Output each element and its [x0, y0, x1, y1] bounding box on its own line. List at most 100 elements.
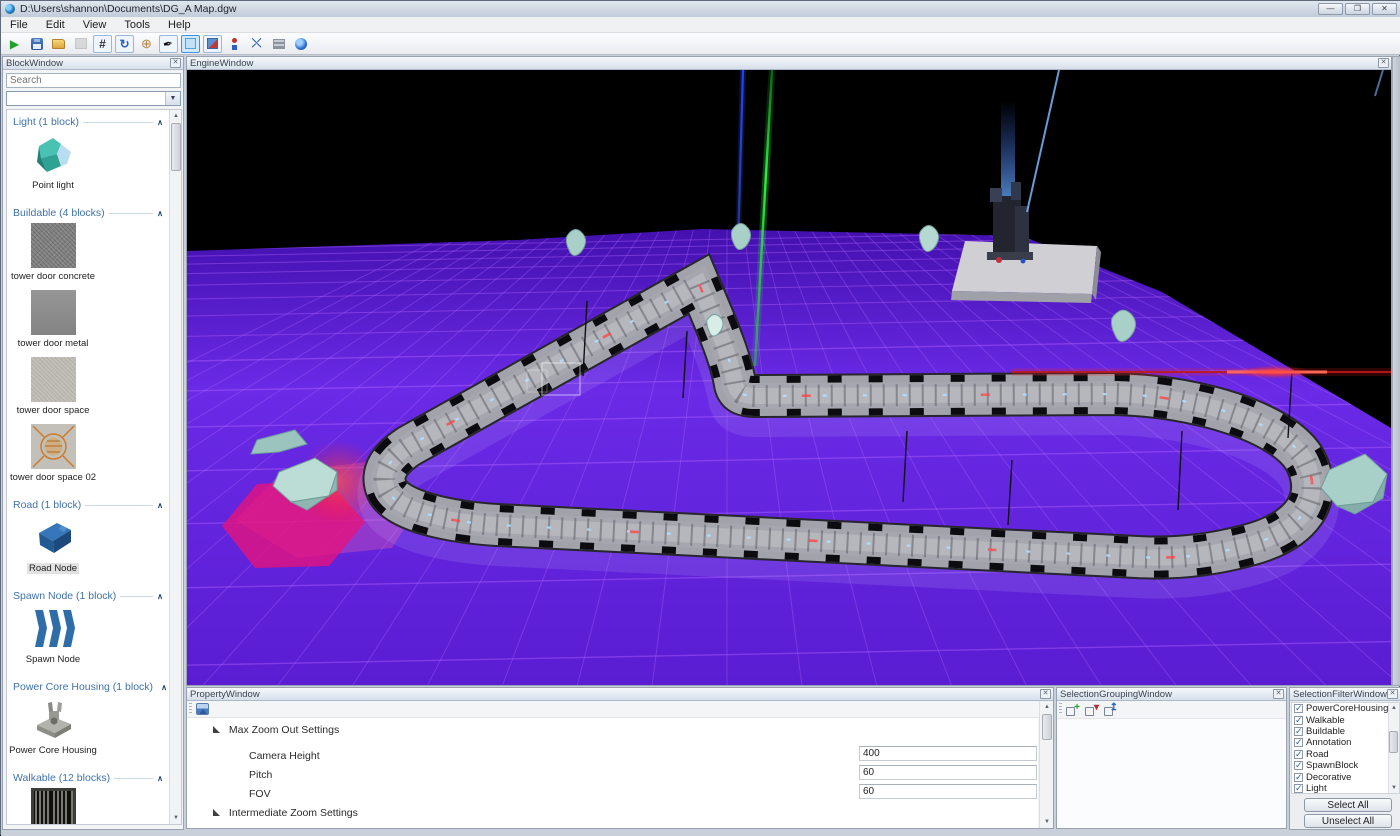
filter-row[interactable]: Decorative	[1292, 771, 1399, 782]
block-item[interactable]: Power Core Housing	[15, 697, 91, 756]
filter-row[interactable]: PowerCoreHousing	[1292, 703, 1399, 714]
grip-handle-icon[interactable]	[189, 703, 192, 715]
menu-view[interactable]: View	[74, 17, 116, 33]
property-window-header[interactable]: PropertyWindow ✕	[187, 688, 1053, 701]
block-list-scrollbar[interactable]: ▲ ▼	[169, 110, 181, 824]
unselect-all-button[interactable]: Unselect All	[1304, 814, 1392, 828]
save-icon[interactable]	[27, 35, 46, 53]
shuffle-icon[interactable]: ⤬	[247, 35, 266, 53]
selection-grouping-header[interactable]: SelectionGroupingWindow ✕	[1057, 688, 1286, 701]
export-block-icon[interactable]	[203, 35, 222, 53]
block-window-header[interactable]: BlockWindow ✕	[3, 57, 183, 70]
checkbox-checked-icon[interactable]	[1294, 738, 1303, 747]
property-scrollbar[interactable]: ▲ ▼	[1039, 701, 1053, 828]
image-icon[interactable]	[71, 35, 90, 53]
expanded-triangle-icon[interactable]	[213, 726, 220, 733]
category-filter-dropdown[interactable]: ▼	[6, 91, 181, 106]
scroll-up-icon[interactable]: ▲	[1042, 702, 1052, 712]
block-window-close-icon[interactable]: ✕	[170, 58, 181, 68]
minimize-button[interactable]: —	[1318, 3, 1343, 15]
engine-window-header[interactable]: EngineWindow ✕	[187, 57, 1391, 70]
block-item[interactable]: Point light	[15, 132, 91, 191]
menu-file[interactable]: File	[1, 17, 37, 33]
draw-pen-icon[interactable]: ✒	[159, 35, 178, 53]
filter-row[interactable]: Walkable	[1292, 714, 1399, 725]
chevron-down-icon[interactable]: ▼	[165, 92, 180, 105]
select-all-button[interactable]: Select All	[1304, 798, 1392, 812]
filter-row[interactable]: SpawnBlock	[1292, 760, 1399, 771]
filter-scrollbar[interactable]: ▲ ▼	[1388, 703, 1399, 793]
grid-list-icon[interactable]	[269, 35, 288, 53]
scroll-up-icon[interactable]: ▲	[171, 111, 181, 121]
grouping-list-empty[interactable]	[1057, 719, 1286, 828]
tower-door-metal-thumb	[31, 290, 76, 335]
collapse-chevron-icon[interactable]: ∧	[161, 683, 167, 692]
checkbox-checked-icon[interactable]	[1294, 750, 1303, 759]
info-icon[interactable]	[291, 35, 310, 53]
play-icon[interactable]: ▶	[5, 35, 24, 53]
filter-row[interactable]: Annotation	[1292, 737, 1399, 748]
scroll-down-icon[interactable]: ▼	[1042, 817, 1052, 827]
orbit-icon[interactable]: ↻	[115, 35, 134, 53]
collapse-chevron-icon[interactable]: ∧	[157, 118, 163, 127]
pitch-input[interactable]	[859, 765, 1037, 780]
block-item[interactable]: city lid 01	[15, 788, 91, 825]
search-input[interactable]	[6, 73, 181, 88]
close-button[interactable]: ✕	[1372, 3, 1397, 15]
image-picker-icon[interactable]	[196, 703, 209, 715]
filter-row[interactable]: Light	[1292, 783, 1399, 794]
restore-button[interactable]: ❐	[1345, 3, 1370, 15]
expanded-triangle-icon[interactable]	[213, 809, 220, 816]
add-group-icon[interactable]: +	[1065, 703, 1080, 717]
waypoint-icon[interactable]	[225, 35, 244, 53]
move-group-icon[interactable]: ↥	[1103, 703, 1118, 717]
collapse-chevron-icon[interactable]: ∧	[157, 774, 163, 783]
titlebar: D:\Users\shannon\Documents\DG_A Map.dgw …	[1, 1, 1400, 17]
checkbox-checked-icon[interactable]	[1294, 727, 1303, 736]
menu-tools[interactable]: Tools	[115, 17, 159, 33]
open-folder-icon[interactable]	[49, 35, 68, 53]
block-item[interactable]: tower door space 02	[15, 424, 91, 483]
scroll-thumb[interactable]	[1042, 714, 1052, 740]
checkbox-checked-icon[interactable]	[1294, 761, 1303, 770]
wire-sphere-icon[interactable]: ⊕	[137, 35, 156, 53]
block-item[interactable]: tower door metal	[15, 290, 91, 349]
select-area-icon[interactable]	[181, 35, 200, 53]
engine-viewport[interactable]	[187, 70, 1391, 685]
block-item[interactable]: tower door concrete	[15, 223, 91, 282]
scroll-thumb[interactable]	[1389, 731, 1398, 753]
property-window-close-icon[interactable]: ✕	[1040, 689, 1051, 699]
scroll-up-icon[interactable]: ▲	[1389, 703, 1399, 713]
block-list[interactable]: Light (1 block)∧ Point light	[6, 109, 182, 825]
selection-filter-header[interactable]: SelectionFilterWindow ✕	[1290, 688, 1400, 701]
scroll-down-icon[interactable]: ▼	[171, 813, 181, 823]
menu-edit[interactable]: Edit	[37, 17, 74, 33]
engine-right-scrollbar[interactable]	[1392, 56, 1400, 686]
checkbox-checked-icon[interactable]	[1294, 716, 1303, 725]
collapse-chevron-icon[interactable]: ∧	[157, 209, 163, 218]
grip-handle-icon[interactable]	[1059, 703, 1062, 715]
scroll-thumb[interactable]	[171, 123, 181, 171]
property-window-title: PropertyWindow	[190, 689, 260, 700]
block-item[interactable]: Road Node	[15, 515, 91, 574]
camera-height-input[interactable]	[859, 746, 1037, 761]
group-intermediate-zoom[interactable]: Intermediate Zoom Settings	[213, 807, 358, 819]
selection-filter-close-icon[interactable]: ✕	[1387, 689, 1398, 699]
collapse-chevron-icon[interactable]: ∧	[157, 501, 163, 510]
engine-window-close-icon[interactable]: ✕	[1378, 58, 1389, 68]
block-item[interactable]: Spawn Node	[15, 606, 91, 665]
grid-snap-icon[interactable]: #	[93, 35, 112, 53]
block-item[interactable]: tower door space	[15, 357, 91, 416]
menu-help[interactable]: Help	[159, 17, 200, 33]
scroll-down-icon[interactable]: ▼	[1389, 783, 1399, 793]
checkbox-checked-icon[interactable]	[1294, 773, 1303, 782]
filter-row[interactable]: Road	[1292, 749, 1399, 760]
collapse-chevron-icon[interactable]: ∧	[157, 592, 163, 601]
group-max-zoom-out[interactable]: Max Zoom Out Settings	[213, 724, 339, 736]
remove-group-icon[interactable]: ▾	[1084, 703, 1099, 717]
selection-grouping-close-icon[interactable]: ✕	[1273, 689, 1284, 699]
fov-input[interactable]	[859, 784, 1037, 799]
checkbox-checked-icon[interactable]	[1294, 784, 1303, 793]
checkbox-checked-icon[interactable]	[1294, 704, 1303, 713]
filter-row[interactable]: Buildable	[1292, 726, 1399, 737]
